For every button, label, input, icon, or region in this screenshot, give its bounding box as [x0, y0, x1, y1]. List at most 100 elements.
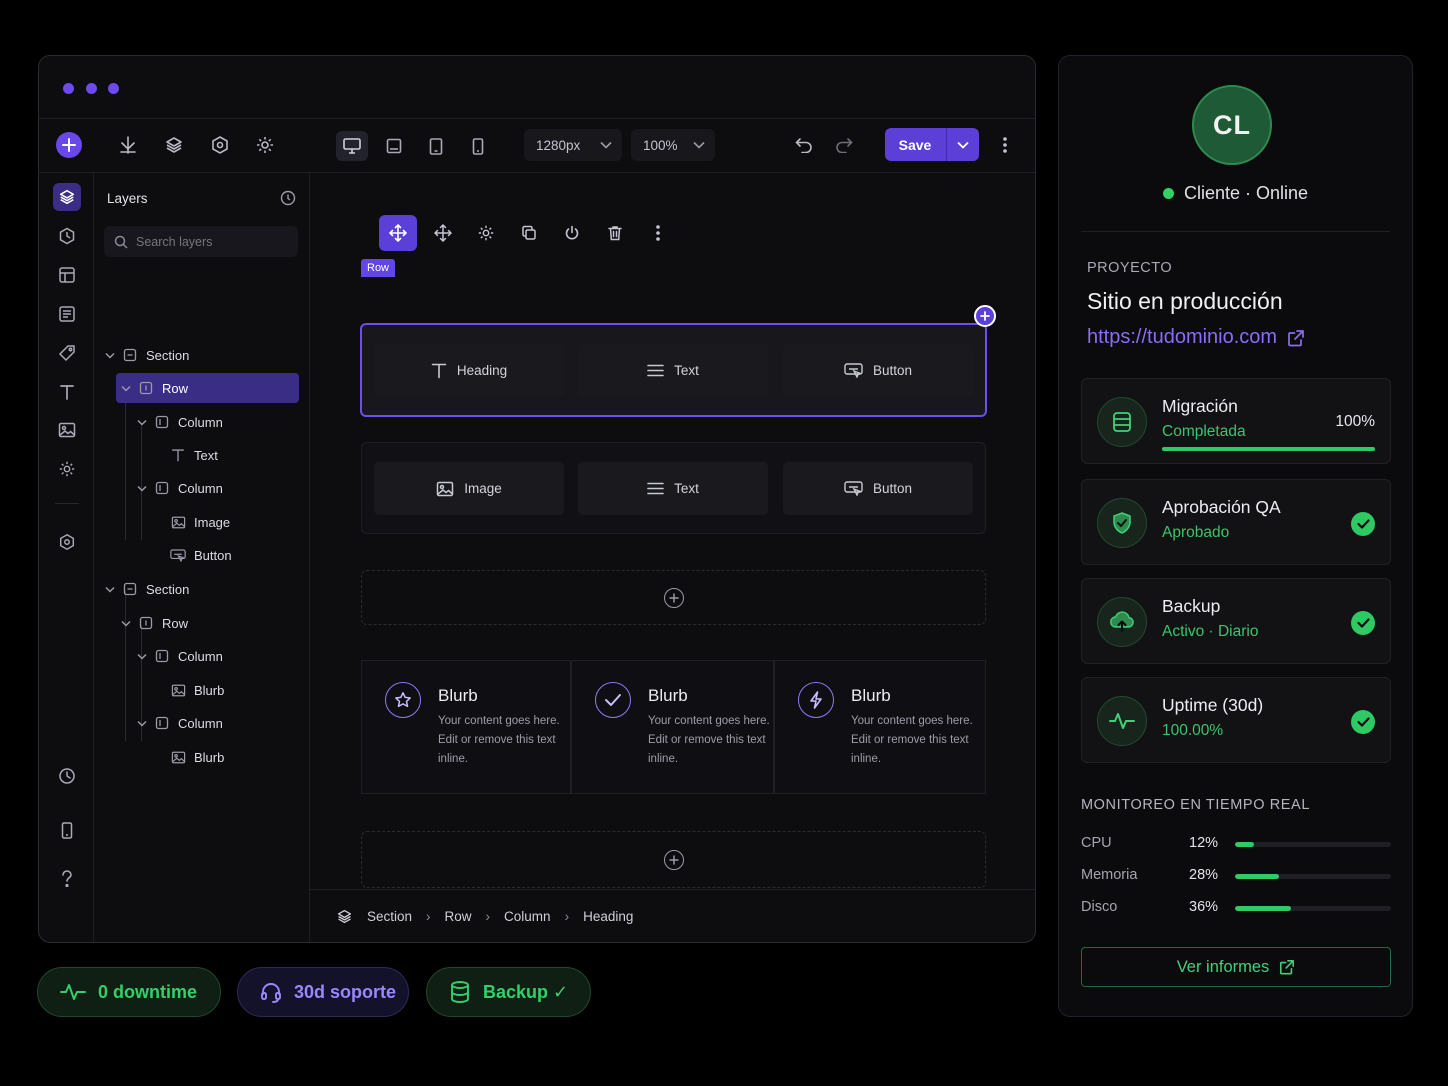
- qa-card: Aprobación QA Aprobado: [1081, 479, 1391, 565]
- column-icon: [154, 480, 170, 496]
- layers-icon[interactable]: [159, 130, 189, 160]
- portability-icon[interactable]: [205, 130, 235, 160]
- layer-item-row[interactable]: Row: [118, 608, 294, 638]
- more-options-icon[interactable]: [990, 130, 1020, 160]
- layer-item-image[interactable]: Image: [150, 507, 294, 537]
- element-more-icon[interactable]: [639, 215, 677, 251]
- history-icon[interactable]: [53, 762, 81, 790]
- hierarchy-icon[interactable]: [113, 130, 143, 160]
- rail-layers-icon[interactable]: [53, 183, 81, 211]
- duplicate-icon[interactable]: [510, 215, 548, 251]
- button-icon: [170, 547, 186, 563]
- chevron-down-icon[interactable]: [134, 419, 150, 426]
- add-row-plus-icon[interactable]: [664, 588, 684, 608]
- chevron-down-icon[interactable]: [118, 385, 134, 392]
- rail-typography-icon[interactable]: [53, 378, 81, 406]
- text-module[interactable]: Text: [578, 462, 768, 515]
- column-icon: [154, 715, 170, 731]
- layer-item-blurb[interactable]: Blurb: [150, 742, 294, 772]
- rail-tag-icon[interactable]: [53, 339, 81, 367]
- backup-pill-label: Backup ✓: [483, 981, 569, 1002]
- chevron-down-icon[interactable]: [134, 653, 150, 660]
- chevron-down-icon[interactable]: [134, 720, 150, 727]
- project-url-link[interactable]: https://tudominio.com: [1087, 326, 1305, 349]
- button-module[interactable]: Button: [783, 344, 973, 397]
- save-button[interactable]: Save: [885, 128, 945, 161]
- mobile-preview-icon[interactable]: [53, 816, 81, 844]
- undo-icon[interactable]: [789, 130, 819, 160]
- headset-icon: [261, 983, 281, 1003]
- window-dot-close[interactable]: [63, 83, 74, 94]
- breadcrumb-item-row[interactable]: Row: [445, 909, 472, 924]
- rail-pages-icon[interactable]: [53, 300, 81, 328]
- view-reports-button[interactable]: Ver informes: [1081, 947, 1391, 987]
- chevron-down-icon[interactable]: [102, 352, 118, 359]
- breadcrumb-item-heading[interactable]: Heading: [583, 909, 633, 924]
- move-icon[interactable]: [379, 215, 417, 251]
- add-element-button[interactable]: [56, 132, 82, 158]
- text-module[interactable]: Text: [578, 344, 768, 397]
- window-dot-maximize[interactable]: [108, 83, 119, 94]
- rail-extensions-icon[interactable]: [53, 528, 81, 556]
- rail-settings-icon[interactable]: [53, 455, 81, 483]
- layer-item-row[interactable]: Row: [116, 373, 299, 403]
- chevron-down-icon[interactable]: [102, 586, 118, 593]
- layer-item-label: Column: [178, 715, 223, 731]
- layer-item-column[interactable]: Column: [134, 407, 294, 437]
- layer-item-label: Text: [194, 447, 218, 463]
- layer-item-column[interactable]: Column: [134, 641, 294, 671]
- button-module[interactable]: Button: [783, 462, 973, 515]
- layer-item-text[interactable]: Text: [150, 440, 294, 470]
- downtime-pill: 0 downtime: [37, 967, 221, 1017]
- add-column-button[interactable]: [974, 305, 996, 327]
- layers-info-icon[interactable]: [280, 190, 296, 206]
- image-module[interactable]: Image: [374, 462, 564, 515]
- tree-guide: [125, 390, 126, 540]
- layer-item-section[interactable]: Section: [102, 574, 294, 604]
- desktop-view-icon[interactable]: [336, 131, 368, 161]
- blurb-title: Blurb: [648, 686, 688, 705]
- layer-item-column[interactable]: Column: [134, 708, 294, 738]
- lines-icon: [647, 482, 664, 495]
- layer-item-button[interactable]: Button: [150, 540, 294, 570]
- blurb-card[interactable]: Blurb Your content goes here. Edit or re…: [361, 660, 571, 794]
- help-icon[interactable]: [53, 865, 81, 893]
- layers-search-input[interactable]: Search layers: [104, 226, 298, 257]
- heading-module[interactable]: Heading: [374, 344, 564, 397]
- blurb-icon: [170, 682, 186, 698]
- text-t-icon: [431, 363, 447, 379]
- redo-icon[interactable]: [829, 130, 859, 160]
- laptop-view-icon[interactable]: [378, 131, 410, 161]
- chevron-down-icon[interactable]: [134, 485, 150, 492]
- breadcrumb-item-section[interactable]: Section: [367, 909, 412, 924]
- drag-icon[interactable]: [424, 215, 462, 251]
- layer-item-section[interactable]: Section: [102, 340, 294, 370]
- breadcrumb-item-column[interactable]: Column: [504, 909, 551, 924]
- rail-modules-icon[interactable]: [53, 222, 81, 250]
- layer-item-column[interactable]: Column: [134, 473, 294, 503]
- support-pill: 30d soporte: [237, 967, 409, 1017]
- uptime-card: Uptime (30d) 100.00%: [1081, 677, 1391, 763]
- module-label: Text: [674, 363, 699, 378]
- card-title: Migración: [1162, 396, 1238, 416]
- layer-item-blurb[interactable]: Blurb: [150, 675, 294, 705]
- rail-library-icon[interactable]: [53, 261, 81, 289]
- trash-icon[interactable]: [596, 215, 634, 251]
- width-select[interactable]: 1280px: [524, 129, 622, 161]
- window-dot-minimize[interactable]: [86, 83, 97, 94]
- element-settings-icon[interactable]: [467, 215, 505, 251]
- add-section-plus-icon[interactable]: [664, 850, 684, 870]
- power-icon[interactable]: [553, 215, 591, 251]
- monitor-bar: [1235, 906, 1391, 911]
- blurb-card[interactable]: Blurb Your content goes here. Edit or re…: [774, 660, 986, 794]
- monitor-label: Disco: [1081, 899, 1118, 915]
- settings-gear-icon[interactable]: [250, 130, 280, 160]
- chevron-down-icon[interactable]: [118, 620, 134, 627]
- phone-view-icon[interactable]: [462, 131, 494, 161]
- layer-item-label: Row: [162, 615, 189, 631]
- rail-media-icon[interactable]: [53, 416, 81, 444]
- blurb-card[interactable]: Blurb Your content goes here. Edit or re…: [571, 660, 774, 794]
- tablet-view-icon[interactable]: [420, 131, 452, 161]
- save-options-button[interactable]: [946, 128, 979, 161]
- zoom-select[interactable]: 100%: [631, 129, 715, 161]
